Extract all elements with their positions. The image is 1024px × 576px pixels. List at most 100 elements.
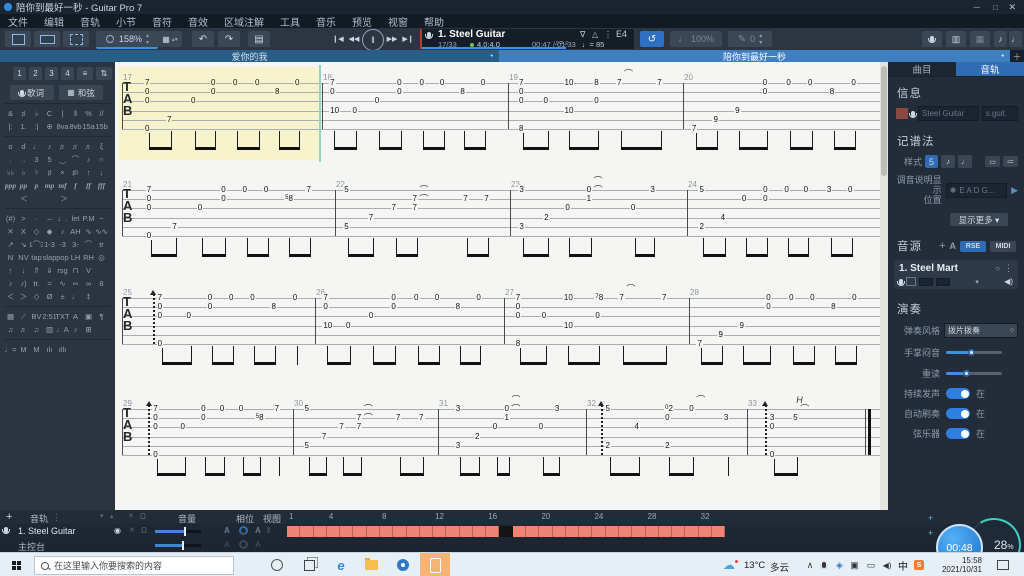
pop-icon[interactable]: pop (56, 252, 69, 263)
loop-button[interactable]: ↺ (640, 31, 664, 47)
fret-number[interactable]: 8 (518, 124, 525, 133)
repeat-end-icon[interactable]: :| (30, 121, 43, 132)
fret-number[interactable]: 5 (698, 185, 705, 194)
taskbar-search-input[interactable]: 在这里输入你要搜索的内容 (34, 556, 234, 575)
timeline-cell[interactable] (645, 525, 659, 537)
task-view-button[interactable] (300, 553, 318, 576)
menu-文件[interactable]: 文件 (0, 14, 36, 29)
grace-note-icon[interactable]: ♪ (82, 154, 95, 165)
transpose-icon[interactable]: ± (56, 291, 69, 302)
hourglass-icon[interactable]: ∇ (580, 30, 585, 39)
display-icon[interactable]: ▭ (864, 553, 878, 576)
decrescendo-icon[interactable]: ＞ (44, 193, 84, 204)
style-5-button[interactable]: 5 (925, 155, 938, 168)
fret-number[interactable]: 9 (738, 320, 745, 330)
add-source-icon[interactable]: + (939, 240, 945, 252)
pause-button[interactable]: ‖ (362, 29, 384, 51)
rasgueado-icon[interactable]: rsg (56, 265, 69, 276)
arpeggio-up-icon[interactable]: ⇑ (30, 265, 43, 276)
lock-icon[interactable]: ▣ (82, 311, 95, 322)
nail-alt-icon[interactable]: NV (17, 252, 30, 263)
fret-number[interactable]: 0 (152, 450, 159, 459)
fret-number[interactable]: 0 (593, 96, 600, 106)
fret-number[interactable]: 0 (475, 293, 482, 302)
fret-number[interactable]: 0 (762, 194, 769, 204)
dip-icon[interactable]: ∾ (69, 278, 82, 289)
fret-number[interactable]: 0 (210, 87, 217, 97)
more-icon[interactable]: ⋮ (604, 30, 612, 39)
natural-harmonic-icon[interactable]: ◇ (30, 226, 43, 237)
fret-number[interactable]: 0 (241, 185, 248, 194)
timeline-cell[interactable] (353, 525, 367, 537)
doc-tab-inactive[interactable]: 爱你的我 • (0, 50, 499, 62)
dynamic-p-icon[interactable]: p (30, 180, 43, 191)
ottava-bassa-icon[interactable]: 8vb (69, 121, 82, 132)
coda-icon[interactable]: ⊕ (43, 121, 56, 132)
fret-number[interactable]: 0 (503, 404, 510, 413)
slider-track[interactable] (946, 369, 1002, 377)
left-hand-mute-icon[interactable]: LH (69, 252, 82, 263)
fret-number[interactable]: 0 (768, 422, 776, 432)
slide-to-icon[interactable]: 3- (69, 239, 82, 250)
pinned-app-button[interactable] (394, 553, 412, 576)
cortana-button[interactable] (268, 553, 286, 576)
fret-number[interactable]: 0 (210, 78, 217, 87)
slide-from-icon[interactable]: -3 (56, 239, 69, 250)
timeline-cell[interactable] (685, 525, 699, 537)
triplet-icon[interactable]: 3 (30, 154, 43, 165)
fret-number[interactable]: 8 (828, 87, 836, 97)
slash-notehead-icon[interactable]: Ø (43, 291, 56, 302)
fret-number[interactable]: 0 (765, 302, 772, 312)
headphones-icon[interactable]: Ω (141, 526, 147, 535)
fret-number[interactable]: 0 (179, 422, 186, 432)
slide-out-icon[interactable]: ↘ (17, 239, 30, 250)
let-ring-icon[interactable]: let (69, 213, 82, 224)
fret-number[interactable]: 0 (237, 404, 245, 413)
fret-number[interactable]: 9 (734, 105, 741, 115)
chevron-down-icon[interactable]: ▾ (953, 278, 1001, 286)
fret-number[interactable]: 0 (564, 203, 571, 213)
fret-number[interactable]: 5 (604, 404, 611, 413)
soundbank-card[interactable]: 1. Steel Mart ○ ⋮ ▾ ◀) (894, 260, 1018, 289)
auto-source-icon[interactable]: A (950, 241, 957, 251)
fret-number[interactable]: 0 (262, 185, 270, 194)
timeline-cell[interactable] (433, 525, 447, 537)
multitrack-view-icon[interactable]: ≔ (1003, 156, 1018, 167)
fret-number[interactable]: 3 (553, 404, 561, 413)
onedrive-icon[interactable]: ◈ (833, 553, 846, 576)
timeline-cell[interactable] (579, 525, 593, 537)
menu-编辑[interactable]: 编辑 (36, 14, 72, 29)
timeline-cell[interactable] (672, 525, 686, 537)
fret-number[interactable]: 8 (593, 78, 600, 87)
time-signature-icon[interactable]: C (43, 108, 56, 119)
fret-number[interactable]: 0 (232, 78, 239, 87)
fret-number[interactable]: 7 (618, 293, 625, 302)
master-pan-automation-icon[interactable]: A (255, 540, 261, 549)
fret-number[interactable]: 8 (459, 87, 466, 97)
timeline-cell[interactable] (472, 525, 487, 537)
fret-number[interactable]: 5 (303, 404, 310, 413)
upstroke-icon[interactable]: V (82, 265, 95, 276)
redo-button[interactable]: ↷ (218, 31, 240, 47)
fret-number[interactable]: 0 (785, 78, 792, 87)
fret-number[interactable]: 0 (629, 203, 637, 213)
fret-number[interactable]: 0 (196, 203, 204, 213)
fret-number[interactable]: 0 (788, 293, 795, 302)
vibrato-icon[interactable]: ∿ (82, 226, 95, 237)
fret-number[interactable]: 0 (768, 450, 776, 459)
quindicesima-alta-icon[interactable]: 15a (82, 121, 95, 132)
fret-number[interactable]: 1 (585, 194, 593, 204)
diamond-notehead-icon[interactable]: ◇ (30, 291, 43, 302)
repeat-start-icon[interactable]: |: (4, 121, 17, 132)
fret-number[interactable]: 10 (562, 320, 574, 330)
timeline-cell[interactable] (539, 525, 553, 537)
fret-number[interactable]: 3 (825, 185, 833, 194)
wide-vibrato-icon[interactable]: ∿∿ (95, 226, 108, 237)
semitone-up-icon[interactable]: ↑ (82, 167, 95, 178)
fret-number[interactable]: 0 (688, 404, 695, 413)
key-sharp-icon[interactable]: ♯ (17, 108, 30, 119)
fermata-icon[interactable]: ∩ (95, 154, 108, 165)
toggle-switch[interactable] (946, 428, 970, 439)
go-start-button[interactable]: ❙◀ (330, 31, 346, 47)
eighth-note-icon[interactable]: ♪ (43, 141, 56, 152)
